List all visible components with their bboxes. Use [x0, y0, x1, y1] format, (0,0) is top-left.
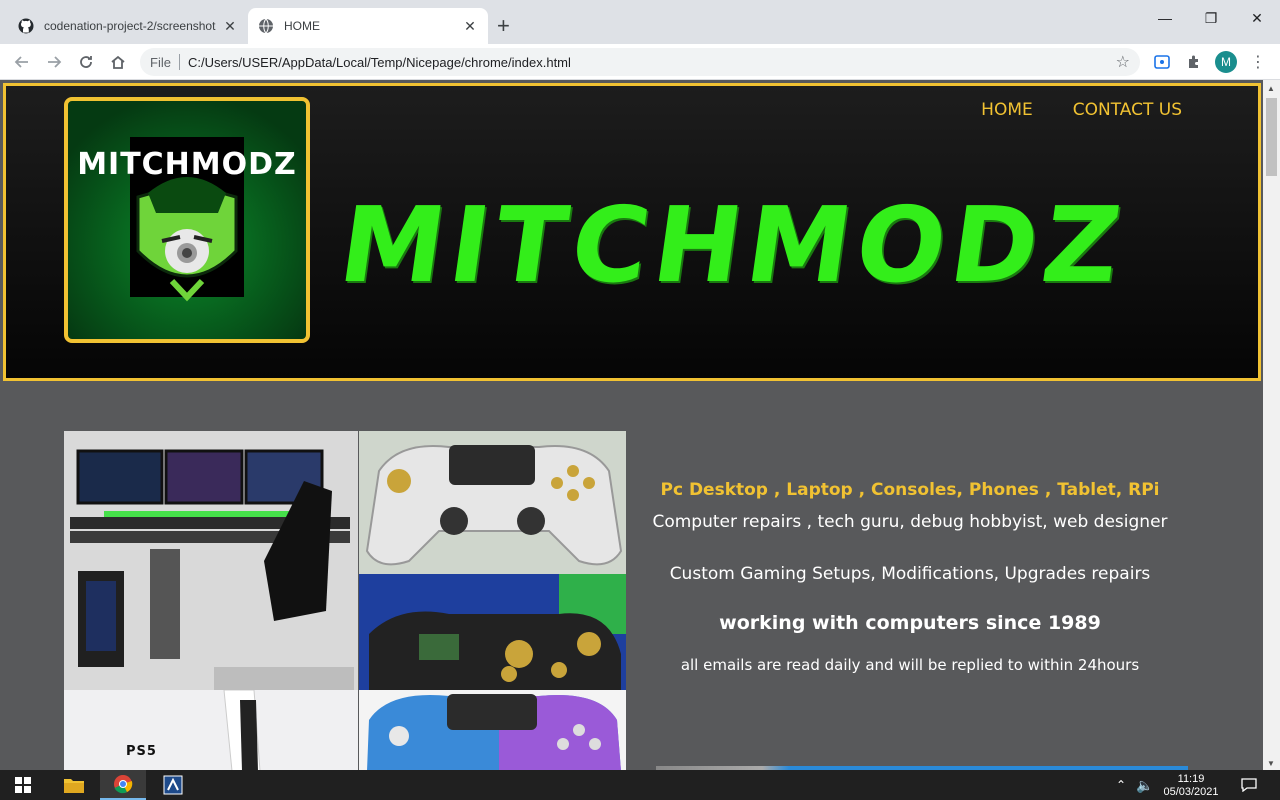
browser-toolbar: i File C:/Users/USER/AppData/Local/Temp/… — [0, 44, 1280, 464]
system-clock[interactable]: 11:19 05/03/2021 — [1158, 773, 1224, 799]
arrow-right-icon — [48, 56, 62, 68]
url-scheme: File — [150, 54, 171, 70]
menu-icon[interactable]: ⋮ — [1248, 52, 1268, 72]
ps5-label: PS5 — [126, 744, 157, 759]
controller-money-image[interactable] — [359, 431, 626, 574]
scrollbar[interactable]: ▲ ▼ — [1263, 80, 1280, 770]
extensions-icon[interactable] — [1184, 52, 1204, 72]
image-gallery: PS5 — [64, 431, 626, 770]
mask-mascot-icon — [130, 137, 244, 302]
app-icon[interactable] — [150, 770, 196, 800]
clock-date: 05/03/2021 — [1163, 786, 1219, 798]
github-icon — [18, 18, 34, 34]
clock-time: 11:19 — [1177, 773, 1205, 785]
windows-start-icon[interactable] — [0, 770, 46, 800]
chrome-icon[interactable] — [100, 770, 146, 800]
tab-title: HOME — [284, 19, 320, 33]
home-icon — [111, 55, 125, 69]
page-viewport: MITCHMODZ HOME CONTACT US MITCHMODZ PS5 … — [0, 80, 1263, 770]
address-bar[interactable]: i File C:/Users/USER/AppData/Local/Temp/… — [140, 48, 1140, 464]
gaming-setup-image[interactable] — [64, 431, 358, 690]
info-block: Pc Desktop , Laptop , Consoles, Phones ,… — [645, 480, 1175, 674]
star-icon[interactable]: ☆ — [1116, 52, 1130, 72]
scrollbar-thumb[interactable] — [1266, 98, 1277, 176]
new-tab-button[interactable]: + — [497, 14, 510, 38]
cast-icon[interactable] — [1152, 52, 1172, 72]
taskbar: ⌃ 🔈 11:19 05/03/2021 — [0, 770, 1280, 800]
controller-repair-image[interactable] — [359, 574, 626, 690]
logo-text: MITCHMODZ — [77, 147, 297, 182]
scroll-up-icon[interactable]: ▲ — [1267, 84, 1275, 93]
site-logo[interactable]: MITCHMODZ — [64, 97, 310, 343]
back-button[interactable] — [10, 50, 34, 74]
tab-home[interactable]: HOME ✕ — [248, 8, 488, 44]
brand-title: MITCHMODZ — [332, 184, 1134, 306]
avatar[interactable]: M — [1215, 51, 1237, 73]
scroll-down-icon[interactable]: ▼ — [1267, 759, 1275, 768]
close-icon[interactable]: ✕ — [462, 18, 478, 35]
tab-strip: codenation-project-2/screenshot ✕ HOME ✕… — [0, 0, 1280, 44]
forward-button[interactable] — [42, 50, 66, 74]
reload-button[interactable] — [74, 50, 98, 74]
reload-icon — [80, 56, 92, 68]
nav-home-link[interactable]: HOME — [981, 100, 1033, 120]
file-explorer-icon[interactable] — [51, 770, 97, 800]
tab-title: codenation-project-2/screenshot — [44, 19, 216, 33]
close-window-button[interactable]: ✕ — [1234, 10, 1280, 27]
experience-text: working with computers since 1989 — [719, 612, 1101, 634]
notification-icon[interactable] — [1226, 770, 1272, 800]
email-notice: all emails are read daily and will be re… — [680, 656, 1140, 674]
services-skills: Computer repairs , tech guru, debug hobb… — [652, 512, 1168, 532]
divider — [178, 54, 180, 70]
services-devices: Pc Desktop , Laptop , Consoles, Phones ,… — [660, 480, 1160, 500]
tab-github[interactable]: codenation-project-2/screenshot ✕ — [8, 8, 248, 44]
url-text: C:/Users/USER/AppData/Local/Temp/Nicepag… — [187, 54, 571, 70]
arrow-left-icon — [14, 56, 28, 68]
nav-contact-link[interactable]: CONTACT US — [1073, 100, 1182, 120]
close-icon[interactable]: ✕ — [222, 18, 238, 35]
services-custom: Custom Gaming Setups, Modifications, Upg… — [669, 564, 1151, 584]
restore-button[interactable]: ❐ — [1188, 10, 1234, 27]
minimize-button[interactable]: — — [1142, 10, 1188, 26]
controller-galaxy-image[interactable] — [359, 690, 626, 770]
home-button[interactable] — [106, 50, 130, 74]
site-header: MITCHMODZ HOME CONTACT US MITCHMODZ — [3, 83, 1261, 381]
globe-icon — [258, 18, 274, 34]
ps5-image[interactable]: PS5 — [64, 690, 358, 770]
site-nav: HOME CONTACT US — [981, 100, 1182, 120]
